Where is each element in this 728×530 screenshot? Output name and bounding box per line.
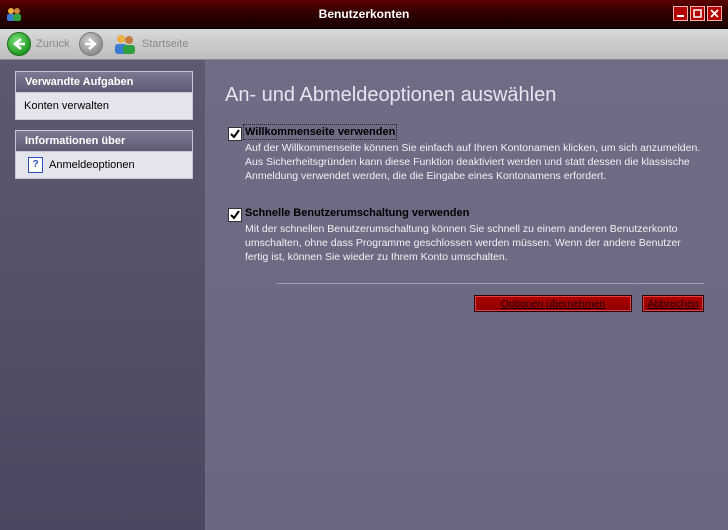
back-label: Zurück bbox=[36, 38, 70, 50]
user-accounts-home-icon bbox=[115, 35, 135, 54]
info-link-label: Anmeldeoptionen bbox=[49, 159, 135, 171]
help-icon: ? bbox=[28, 157, 43, 173]
checkmark-icon bbox=[230, 129, 240, 139]
minimize-button[interactable] bbox=[673, 6, 688, 21]
related-tasks-title[interactable]: Verwandte Aufgaben bbox=[16, 72, 192, 93]
info-panel: Informationen über ? Anmeldeoptionen bbox=[15, 130, 193, 179]
user-accounts-window: Benutzerkonten Zurück Startseite Verwand… bbox=[0, 0, 728, 530]
navigation-toolbar: Zurück Startseite bbox=[0, 29, 728, 60]
apply-options-button[interactable]: Optionen übernehmen bbox=[474, 295, 632, 312]
back-button[interactable]: Zurück bbox=[7, 29, 70, 59]
forward-arrow-icon bbox=[79, 32, 103, 56]
welcome-screen-checkbox[interactable] bbox=[228, 127, 242, 141]
task-sidebar: Verwandte Aufgaben Konten verwalten Info… bbox=[0, 60, 205, 530]
welcome-screen-label[interactable]: Willkommenseite verwenden bbox=[242, 124, 398, 140]
close-icon bbox=[710, 9, 719, 18]
fast-user-switching-label[interactable]: Schnelle Benutzerumschaltung verwenden bbox=[245, 207, 469, 219]
maximize-button[interactable] bbox=[690, 6, 705, 21]
title-bar[interactable]: Benutzerkonten bbox=[0, 0, 728, 29]
checkmark-icon bbox=[230, 210, 240, 220]
divider bbox=[276, 283, 704, 284]
main-content: An- und Abmeldeoptionen auswählen Willko… bbox=[206, 60, 728, 530]
task-link-manage-accounts[interactable]: Konten verwalten bbox=[16, 93, 192, 119]
cancel-button[interactable]: Abbrechen bbox=[642, 295, 704, 312]
home-button[interactable]: Startseite bbox=[113, 29, 188, 59]
minimize-icon bbox=[677, 15, 684, 17]
page-title: An- und Abmeldeoptionen auswählen bbox=[225, 84, 557, 106]
maximize-icon bbox=[693, 9, 702, 18]
related-tasks-panel: Verwandte Aufgaben Konten verwalten bbox=[15, 71, 193, 120]
info-link-login-options[interactable]: ? Anmeldeoptionen bbox=[16, 152, 192, 178]
close-button[interactable] bbox=[707, 6, 722, 21]
fast-user-switching-description: Mit der schnellen Benutzerumschaltung kö… bbox=[245, 223, 681, 263]
window-title: Benutzerkonten bbox=[318, 7, 410, 21]
task-link-label: Konten verwalten bbox=[24, 100, 109, 112]
fast-user-switching-checkbox[interactable] bbox=[228, 208, 242, 222]
forward-button[interactable] bbox=[79, 29, 103, 59]
cancel-label: Abbrechen bbox=[647, 298, 699, 310]
home-label: Startseite bbox=[142, 38, 189, 50]
apply-options-label: Optionen übernehmen bbox=[500, 298, 606, 310]
info-panel-title[interactable]: Informationen über bbox=[16, 131, 192, 152]
welcome-screen-description: Auf der Willkommenseite können Sie einfa… bbox=[245, 142, 701, 182]
back-arrow-icon bbox=[7, 32, 31, 56]
